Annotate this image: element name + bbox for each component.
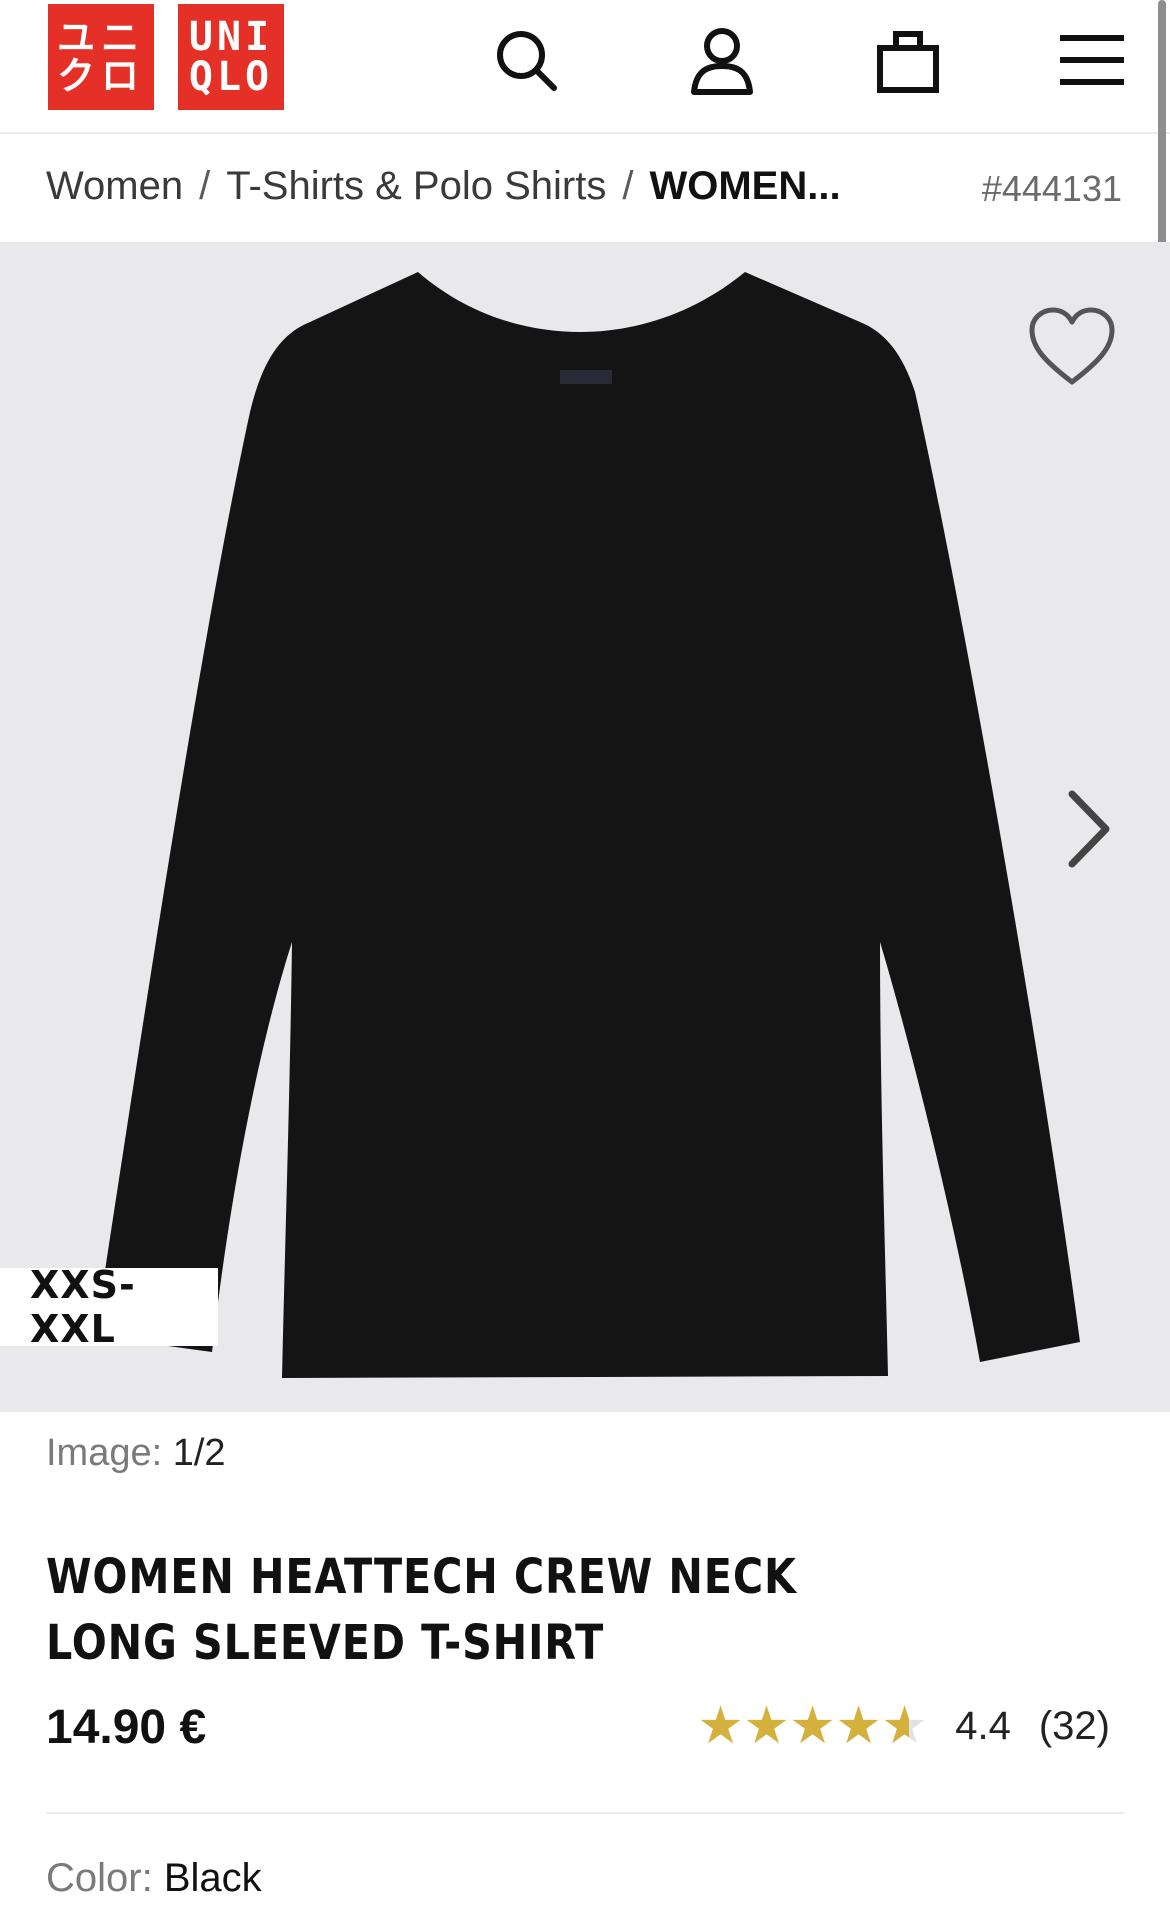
- search-icon[interactable]: [490, 24, 562, 96]
- product-title: WOMEN HEATTECH CREW NECK LONG SLEEVED T-…: [46, 1549, 797, 1671]
- color-value: Black: [163, 1856, 262, 1900]
- breadcrumb: Women / T-Shirts & Polo Shirts / WOMEN..…: [46, 164, 841, 209]
- breadcrumb-separator: /: [622, 164, 634, 208]
- product-id: #444131: [981, 168, 1122, 209]
- star-icon: ★: [789, 1697, 836, 1755]
- image-counter-label: Image:: [46, 1432, 163, 1474]
- product-image-gallery[interactable]: XXS-XXL: [0, 242, 1170, 1412]
- review-count[interactable]: (32): [1039, 1704, 1110, 1749]
- logo-kana-bottom: クロ: [56, 54, 145, 98]
- menu-icon[interactable]: [1056, 24, 1128, 96]
- logo-kana-top: ユニ: [56, 16, 145, 60]
- product-rating[interactable]: ★★★★★ 4.4 (32): [697, 1700, 1110, 1752]
- wishlist-heart-icon[interactable]: [1026, 302, 1118, 394]
- breadcrumb-current: WOMEN...: [649, 164, 841, 208]
- star-icon: ★: [881, 1700, 928, 1752]
- page-scrollbar[interactable]: [1158, 0, 1166, 266]
- account-icon[interactable]: [686, 24, 758, 96]
- color-label: Color:: [46, 1856, 153, 1900]
- star-icon: ★: [835, 1697, 882, 1755]
- breadcrumb-separator: /: [199, 164, 211, 208]
- logo-kana-block: ユニ クロ: [48, 4, 154, 110]
- logo-latin-block: UNI QLO: [178, 4, 284, 110]
- breadcrumb-women[interactable]: Women: [46, 164, 183, 209]
- size-range-badge: XXS-XXL: [0, 1263, 218, 1351]
- rating-stars: ★ ★ ★ ★ ★: [697, 1697, 928, 1755]
- divider: [46, 1812, 1124, 1814]
- next-image-chevron-icon[interactable]: [1060, 784, 1120, 874]
- cart-icon[interactable]: [872, 24, 944, 96]
- logo-latin-top: UNI: [188, 14, 274, 60]
- image-counter: Image: 1/2: [46, 1432, 226, 1475]
- color-selection: Color: Black: [46, 1856, 262, 1901]
- logo-latin-bottom: QLO: [188, 54, 274, 100]
- breadcrumb-tshirts[interactable]: T-Shirts & Polo Shirts: [226, 164, 606, 209]
- product-price: 14.90 €: [46, 1701, 207, 1754]
- site-header: ユニ クロ UNI QLO: [0, 0, 1170, 134]
- product-image: [95, 272, 1080, 1378]
- uniqlo-logo[interactable]: ユニ クロ UNI QLO: [48, 4, 284, 110]
- star-icon: ★: [743, 1697, 790, 1755]
- star-icon: ★: [697, 1697, 744, 1755]
- image-counter-value: 1/2: [172, 1432, 226, 1474]
- rating-value: 4.4: [955, 1703, 1011, 1748]
